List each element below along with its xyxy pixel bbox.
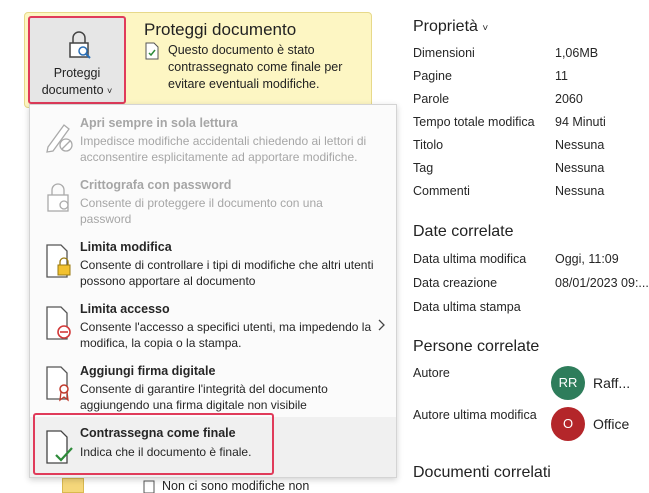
prop-value-tag[interactable]: Nessuna (555, 161, 604, 175)
submenu-arrow-icon[interactable] (376, 318, 386, 336)
related-docs-title: Documenti correlati (413, 464, 551, 481)
document-ribbon-icon (46, 366, 69, 402)
date-label-modified: Data ultima modifica (413, 252, 527, 266)
dates-title: Date correlate (413, 223, 514, 240)
menu-item-title: Apri sempre in sola lettura (80, 116, 238, 130)
protect-button-label-1: Proteggi (53, 66, 101, 80)
date-value-created: 08/01/2023 09:... (555, 276, 649, 290)
prop-label-pages: Pagine (413, 69, 452, 83)
document-lock-icon (46, 244, 71, 278)
prop-label-words: Parole (413, 92, 450, 106)
author-label: Autore (413, 366, 450, 380)
pencil-block-icon (46, 124, 73, 153)
protect-document-button[interactable]: Proteggi documento ˅ (28, 16, 126, 104)
document-restrict-icon (46, 306, 71, 340)
menu-item-title: Crittografa con password (80, 178, 232, 192)
lock-key-icon (47, 183, 69, 212)
prop-label-size: Dimensioni (413, 46, 475, 60)
menu-item-read-only[interactable]: Apri sempre in sola lettura Impedisce mo… (30, 113, 396, 173)
avatar[interactable]: O (551, 407, 585, 441)
menu-item-title: Limita accesso (80, 302, 170, 316)
prop-value-pages: 11 (555, 69, 568, 83)
peek-text: Non ci sono modifiche non (162, 479, 310, 493)
prop-value-comments[interactable]: Nessuna (555, 184, 604, 198)
menu-item-restrict-access[interactable]: Limita accesso Consente l'accesso a spec… (30, 299, 396, 359)
date-label-created: Data creazione (413, 276, 498, 290)
avatar[interactable]: RR (551, 366, 585, 400)
author-name[interactable]: Raff... (593, 375, 630, 391)
menu-item-encrypt[interactable]: Crittografa con password Consente di pro… (30, 175, 396, 235)
menu-item-digital-signature[interactable]: Aggiungi firma digitale Consente di gara… (30, 361, 396, 417)
document-icon (143, 480, 155, 493)
date-value-modified: Oggi, 11:09 (555, 252, 619, 266)
prop-value-words: 2060 (555, 92, 583, 106)
chevron-down-icon: ˅ (482, 23, 489, 34)
menu-item-title: Limita modifica (80, 240, 172, 254)
last-modified-by-label: Autore ultima modifica (413, 408, 537, 422)
lock-search-icon (69, 31, 91, 59)
properties-title[interactable]: Proprietà ˅ (413, 18, 488, 36)
prop-label-comments: Commenti (413, 184, 470, 198)
prop-label-title: Titolo (413, 138, 444, 152)
people-title: Persone correlate (413, 338, 540, 355)
protect-button-label-2: documento (41, 83, 104, 97)
prop-value-size: 1,06MB (555, 46, 599, 60)
protect-title: Proteggi documento (144, 20, 297, 39)
menu-item-desc: Consente di garantire l'integrità del do… (80, 382, 328, 412)
prop-label-tag: Tag (413, 161, 434, 175)
prop-value-edit-time: 94 Minuti (555, 115, 606, 129)
date-label-printed: Data ultima stampa (413, 300, 521, 314)
prop-label-edit-time: Tempo totale modifica (413, 115, 535, 129)
menu-item-desc: Impedisce modifiche accidentali chiedend… (80, 134, 367, 164)
protect-description: Questo documento è stato contrassegnato … (168, 43, 343, 91)
menu-item-restrict-editing[interactable]: Limita modifica Consente di controllare … (30, 237, 396, 297)
background-icon (62, 478, 84, 493)
menu-item-title: Aggiungi firma digitale (80, 364, 216, 378)
menu-item-desc: Consente di proteggere il documento con … (80, 196, 323, 226)
last-modified-by-name[interactable]: Office (593, 416, 629, 432)
properties-title-text: Proprietà (413, 18, 478, 35)
menu-item-desc: Consente di controllare i tipi di modifi… (80, 258, 374, 288)
chevron-down-icon: ˅ (107, 86, 113, 96)
selection-highlight (33, 413, 274, 475)
prop-value-title[interactable]: Nessuna (555, 138, 604, 152)
document-final-icon (145, 42, 159, 60)
menu-item-desc: Consente l'accesso a specifici utenti, m… (80, 320, 372, 350)
